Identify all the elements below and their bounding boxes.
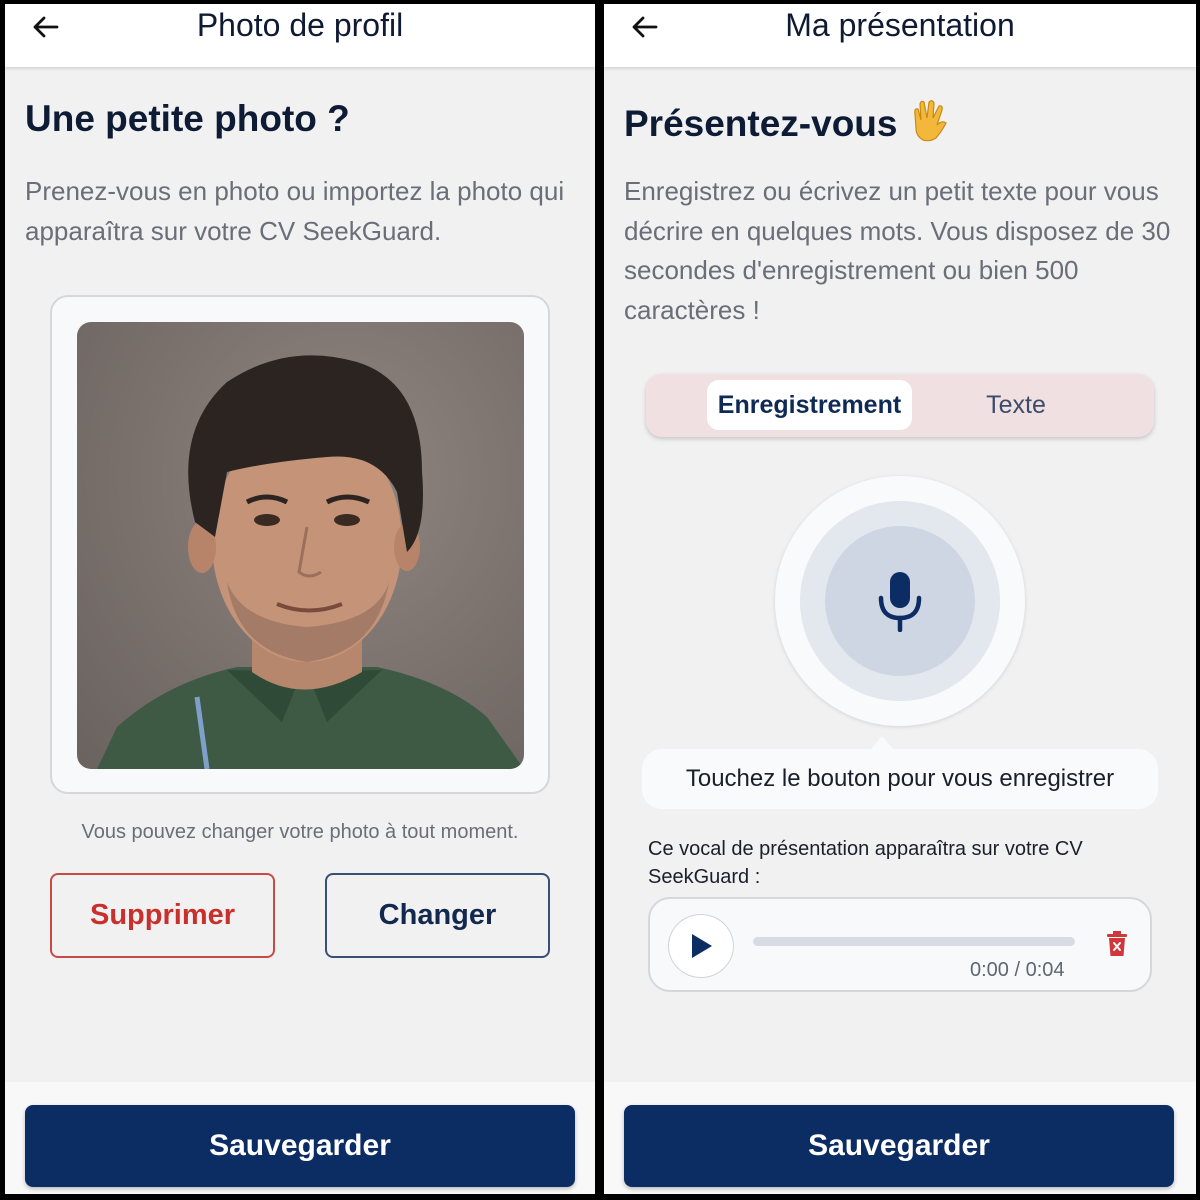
heading: Une petite photo ? — [25, 98, 350, 139]
photo-hint: Vous pouvez changer votre photo à tout m… — [81, 821, 519, 843]
trash-icon[interactable] — [1105, 931, 1129, 957]
delete-photo-button[interactable]: Supprimer — [50, 873, 275, 958]
heading: Présentez-vous — [624, 98, 950, 151]
audio-progress-bar[interactable] — [753, 937, 1075, 946]
app-bar: Photo de profil — [5, 4, 595, 67]
presentation-screen: Ma présentation Présentez-vous Enregistr… — [604, 4, 1196, 1194]
save-button[interactable]: Sauvegarder — [25, 1105, 575, 1187]
tab-enregistrement[interactable]: Enregistrement — [707, 380, 912, 430]
page-title: Ma présentation — [785, 7, 1015, 43]
tab-texte[interactable]: Texte — [946, 380, 1086, 430]
description: Enregistrez ou écrivez un petit texte po… — [624, 176, 1171, 325]
description: Prenez-vous en photo ou importez la phot… — [25, 176, 565, 246]
play-icon — [692, 934, 712, 958]
app-bar: Ma présentation — [604, 4, 1196, 67]
audio-player: 0:00 / 0:04 — [648, 897, 1152, 992]
heading-text: Présentez-vous — [624, 103, 898, 144]
microphone-icon — [878, 572, 922, 632]
photo-frame[interactable] — [50, 295, 550, 794]
page-title: Photo de profil — [196, 7, 404, 43]
audio-time: 0:00 / 0:04 — [970, 959, 1065, 981]
tooltip-arrow — [870, 736, 894, 750]
save-button[interactable]: Sauvegarder — [624, 1105, 1174, 1187]
change-photo-button[interactable]: Changer — [325, 873, 550, 958]
vocal-label: Ce vocal de présentation apparaîtra sur … — [648, 838, 1083, 888]
record-hint-tooltip: Touchez le bouton pour vous enregistrer — [642, 749, 1158, 809]
record-button-ring — [800, 501, 1000, 701]
profile-photo — [77, 322, 524, 769]
record-button[interactable] — [825, 526, 975, 676]
vulcan-salute-hand-icon — [906, 98, 950, 151]
record-button-outer — [775, 476, 1025, 726]
profile-photo-screen: Photo de profil Une petite photo ? Prene… — [5, 4, 595, 1194]
play-button[interactable] — [668, 914, 734, 978]
mode-segmented-control: Enregistrement Texte — [646, 374, 1154, 437]
